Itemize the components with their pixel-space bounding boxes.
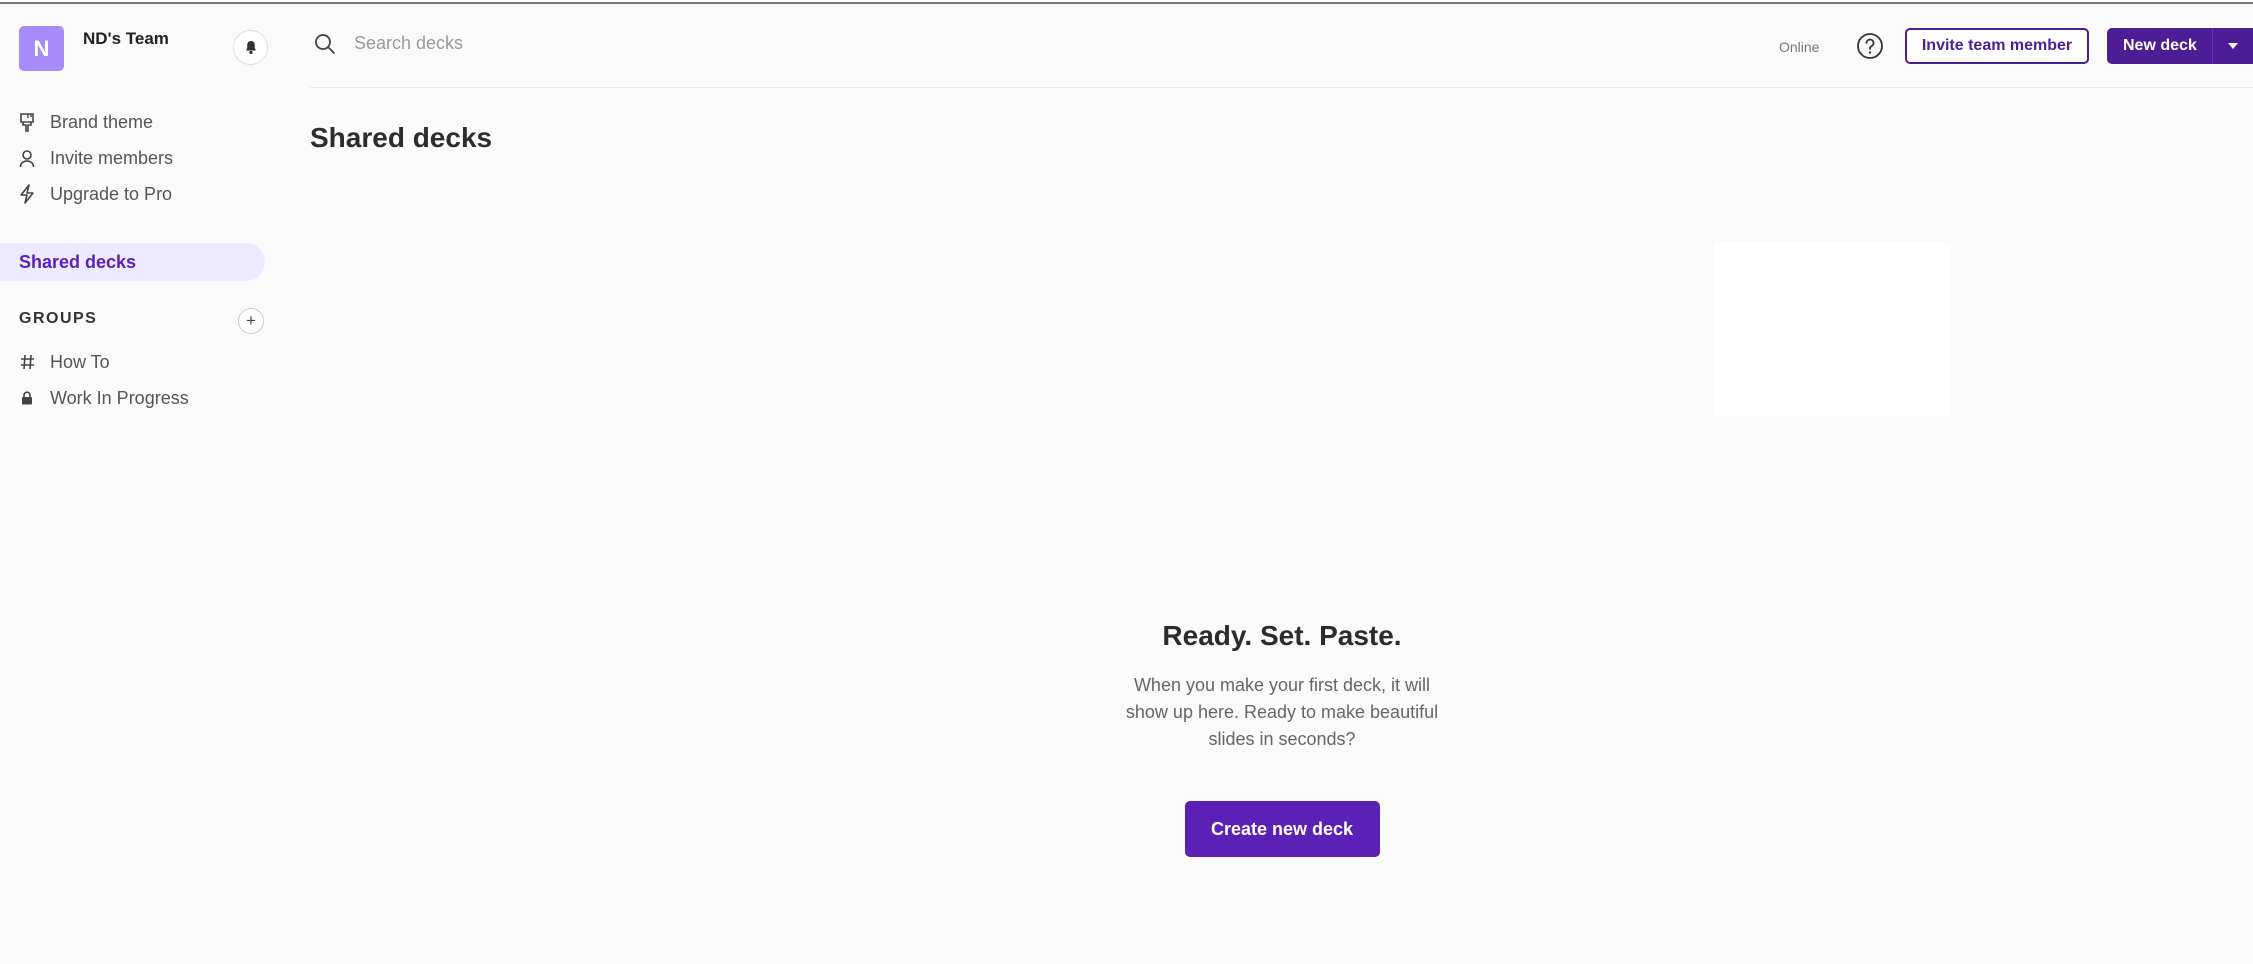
sidebar-group-how-to[interactable]: How To xyxy=(17,344,189,380)
plus-icon: + xyxy=(246,311,256,330)
add-group-button[interactable]: + xyxy=(238,308,264,334)
paint-brush-icon xyxy=(17,112,37,132)
placeholder-card xyxy=(1714,243,1951,416)
create-new-deck-button[interactable]: Create new deck xyxy=(1184,801,1380,857)
empty-state-text: When you make your first deck, it will s… xyxy=(1125,675,1439,749)
sidebar-item-brand-theme[interactable]: Brand theme xyxy=(17,104,173,140)
empty-state-title: Ready. Set. Paste. xyxy=(1162,620,1402,651)
sidebar-item-label: Upgrade to Pro xyxy=(50,183,173,204)
top-bar: Online Invite team member New deck xyxy=(310,4,2253,88)
page-title: Shared decks xyxy=(310,122,493,153)
sidebar-item-label: How To xyxy=(50,351,110,372)
empty-state: Ready. Set. Paste. When you make your fi… xyxy=(1082,620,1482,857)
search-input[interactable] xyxy=(352,32,952,55)
sidebar-item-invite-members[interactable]: Invite members xyxy=(17,140,173,176)
sidebar: N ND's Team Brand theme Invite members U… xyxy=(0,4,282,964)
lightning-icon xyxy=(17,184,37,204)
connection-status: Online xyxy=(1779,39,1820,55)
groups-heading: GROUPS xyxy=(19,310,98,327)
caret-down-icon xyxy=(2228,43,2238,49)
invite-team-member-button[interactable]: Invite team member xyxy=(1905,28,2089,64)
help-icon[interactable] xyxy=(1856,32,1884,60)
sidebar-menu: Brand theme Invite members Upgrade to Pr… xyxy=(17,104,173,212)
sidebar-item-upgrade-to-pro[interactable]: Upgrade to Pro xyxy=(17,176,173,212)
person-icon xyxy=(17,148,37,168)
sidebar-item-shared-decks[interactable]: Shared decks xyxy=(0,243,265,281)
sidebar-group-work-in-progress[interactable]: Work In Progress xyxy=(17,380,189,416)
team-name: ND's Team xyxy=(83,29,169,48)
lock-icon xyxy=(17,388,37,408)
team-switcher[interactable]: N ND's Team xyxy=(19,26,169,71)
sidebar-item-label: Invite members xyxy=(50,147,174,168)
bell-icon xyxy=(245,41,256,55)
team-avatar: N xyxy=(19,26,64,71)
search-bar xyxy=(314,32,952,55)
hash-icon xyxy=(17,352,37,372)
notifications-button[interactable] xyxy=(233,30,268,65)
new-deck-dropdown-button[interactable] xyxy=(2212,28,2253,64)
sidebar-item-label: Brand theme xyxy=(50,111,154,132)
groups-list: How To Work In Progress xyxy=(17,344,189,416)
sidebar-item-label: Work In Progress xyxy=(50,387,189,408)
search-icon xyxy=(315,33,335,54)
